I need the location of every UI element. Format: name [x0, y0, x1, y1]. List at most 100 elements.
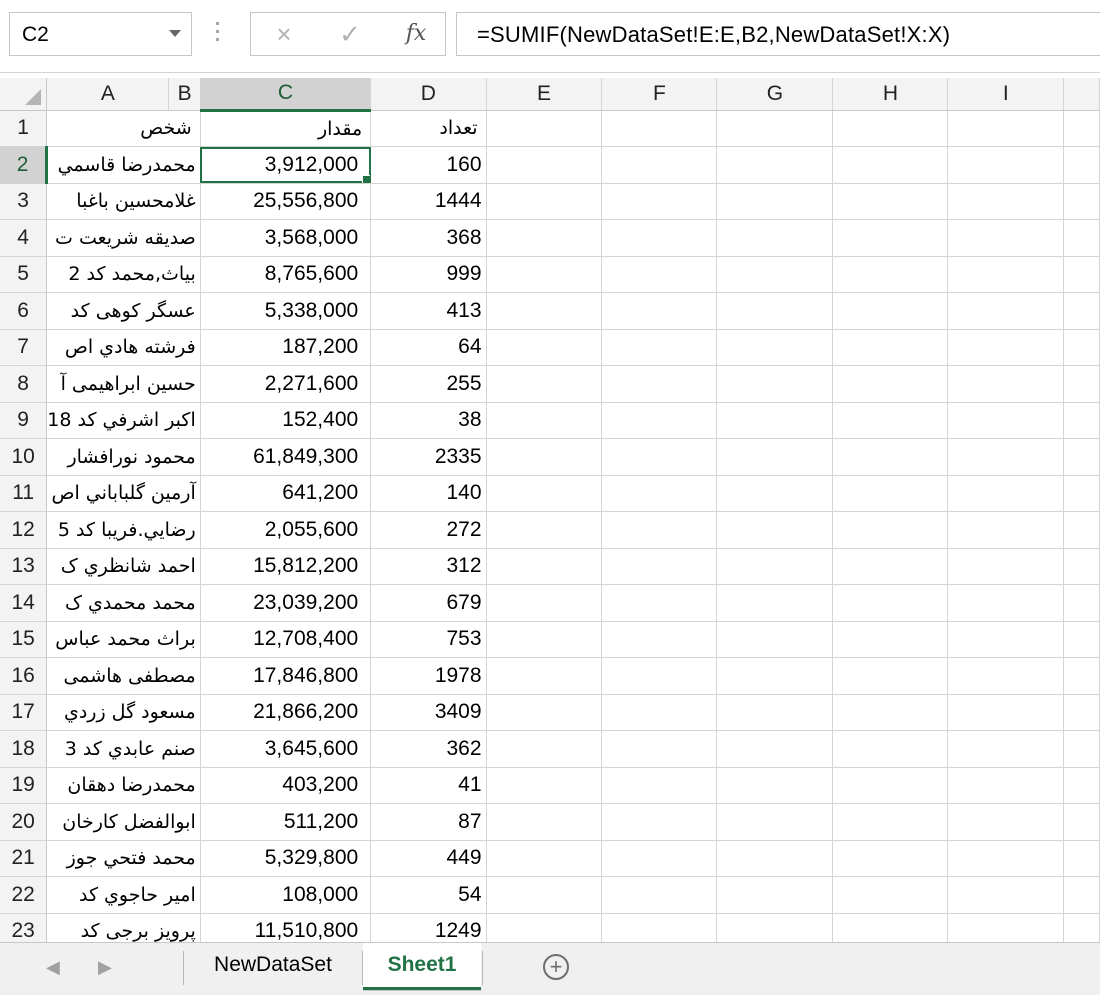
cell-count[interactable]: 255	[370, 365, 487, 403]
cell-count[interactable]: 1249	[370, 913, 487, 942]
cell-empty[interactable]	[947, 292, 1065, 330]
cell-empty[interactable]	[1063, 803, 1100, 841]
cell-empty[interactable]	[716, 694, 834, 731]
cell-empty[interactable]	[716, 329, 834, 366]
cell-empty[interactable]	[832, 219, 949, 257]
cell-amount[interactable]: 5,329,800	[200, 840, 372, 877]
cell-empty[interactable]	[1063, 584, 1100, 622]
cell-count[interactable]: 1444	[370, 183, 487, 220]
cell-empty[interactable]	[947, 475, 1065, 512]
cell-empty[interactable]	[601, 840, 718, 877]
cell-empty[interactable]	[486, 913, 603, 942]
cell-name[interactable]: رضايي.فريبا کد 5	[46, 511, 201, 549]
cell-empty[interactable]	[947, 548, 1065, 585]
cell-count[interactable]: 272	[370, 511, 487, 549]
cell-amount[interactable]: 17,846,800	[200, 657, 372, 695]
cell-empty[interactable]	[601, 256, 718, 293]
cell-empty[interactable]	[486, 110, 603, 147]
cell-name[interactable]: مسعود گل زردي	[46, 694, 201, 731]
cell-header-count[interactable]: تعداد	[370, 110, 487, 147]
cell-name[interactable]: غلامحسين باغبا	[46, 183, 201, 220]
cell-empty[interactable]	[716, 767, 834, 804]
cell-empty[interactable]	[1063, 694, 1100, 731]
column-header-i[interactable]: I	[947, 78, 1065, 111]
cell-empty[interactable]	[947, 803, 1065, 841]
cell-empty[interactable]	[601, 438, 718, 476]
cell-name[interactable]: عسگر کوهی کد	[46, 292, 201, 330]
row-header[interactable]: 12	[0, 511, 48, 549]
cell-empty[interactable]	[601, 657, 718, 695]
cell-count[interactable]: 41	[370, 767, 487, 804]
row-header[interactable]: 11	[0, 475, 48, 512]
cell-empty[interactable]	[832, 694, 949, 731]
cell-header-amount[interactable]: مقدار	[200, 110, 372, 147]
cell-empty[interactable]	[486, 803, 603, 841]
cell-empty[interactable]	[947, 876, 1065, 914]
cell-empty[interactable]	[486, 584, 603, 622]
cell-empty[interactable]	[832, 110, 949, 147]
cell-amount[interactable]: 11,510,800	[200, 913, 372, 942]
cell-amount[interactable]: 108,000	[200, 876, 372, 914]
cell-name[interactable]: فرشته هادي اص	[46, 329, 201, 366]
cell-empty[interactable]	[716, 475, 834, 512]
cell-empty[interactable]	[947, 767, 1065, 804]
cell-empty[interactable]	[1063, 146, 1100, 184]
cell-empty[interactable]	[601, 219, 718, 257]
column-header-f[interactable]: F	[601, 78, 718, 111]
cell-count[interactable]: 87	[370, 803, 487, 841]
cell-empty[interactable]	[832, 146, 949, 184]
cell-empty[interactable]	[601, 292, 718, 330]
cell-empty[interactable]	[832, 548, 949, 585]
cell-amount[interactable]: 12,708,400	[200, 621, 372, 658]
cell-empty[interactable]	[486, 365, 603, 403]
cell-count[interactable]: 64	[370, 329, 487, 366]
cell-empty[interactable]	[716, 657, 834, 695]
cell-empty[interactable]	[486, 730, 603, 768]
cell-empty[interactable]	[1063, 256, 1100, 293]
cell-empty[interactable]	[716, 365, 834, 403]
cell-name[interactable]: آرمين گلباباني اص	[46, 475, 201, 512]
row-header[interactable]: 20	[0, 803, 48, 841]
row-header[interactable]: 9	[0, 402, 48, 439]
cell-empty[interactable]	[1063, 365, 1100, 403]
cell-empty[interactable]	[832, 876, 949, 914]
chevron-down-icon[interactable]	[169, 30, 181, 37]
cell-empty[interactable]	[947, 256, 1065, 293]
cell-count[interactable]: 413	[370, 292, 487, 330]
cell-empty[interactable]	[486, 183, 603, 220]
cell-empty[interactable]	[1063, 767, 1100, 804]
cell-name[interactable]: براث محمد عباس	[46, 621, 201, 658]
cell-empty[interactable]	[1063, 292, 1100, 330]
cell-amount[interactable]: 3,645,600	[200, 730, 372, 768]
cell-empty[interactable]	[832, 475, 949, 512]
cell-empty[interactable]	[1063, 876, 1100, 914]
cell-empty[interactable]	[486, 438, 603, 476]
cell-empty[interactable]	[947, 730, 1065, 768]
cell-empty[interactable]	[716, 511, 834, 549]
cell-amount[interactable]: 8,765,600	[200, 256, 372, 293]
cell-empty[interactable]	[716, 219, 834, 257]
cell-empty[interactable]	[716, 292, 834, 330]
column-header-partial[interactable]	[1063, 78, 1100, 111]
cell-empty[interactable]	[716, 730, 834, 768]
cell-empty[interactable]	[486, 767, 603, 804]
cell-empty[interactable]	[832, 438, 949, 476]
row-header[interactable]: 8	[0, 365, 48, 403]
column-header-c[interactable]: C	[200, 78, 372, 112]
row-header[interactable]: 16	[0, 657, 48, 695]
name-box[interactable]: C2	[9, 12, 192, 56]
row-header[interactable]: 15	[0, 621, 48, 658]
cell-empty[interactable]	[601, 913, 718, 942]
column-header-g[interactable]: G	[716, 78, 834, 111]
cell-empty[interactable]	[832, 402, 949, 439]
cell-empty[interactable]	[947, 146, 1065, 184]
cell-empty[interactable]	[601, 110, 718, 147]
column-header-b[interactable]: B	[168, 78, 201, 111]
active-cell[interactable]: 3,912,000	[200, 146, 372, 184]
cell-count[interactable]: 54	[370, 876, 487, 914]
cell-empty[interactable]	[716, 146, 834, 184]
cell-amount[interactable]: 403,200	[200, 767, 372, 804]
row-header[interactable]: 3	[0, 183, 48, 220]
sheet-tab-sheet1[interactable]: Sheet1	[363, 943, 481, 990]
cell-empty[interactable]	[601, 365, 718, 403]
